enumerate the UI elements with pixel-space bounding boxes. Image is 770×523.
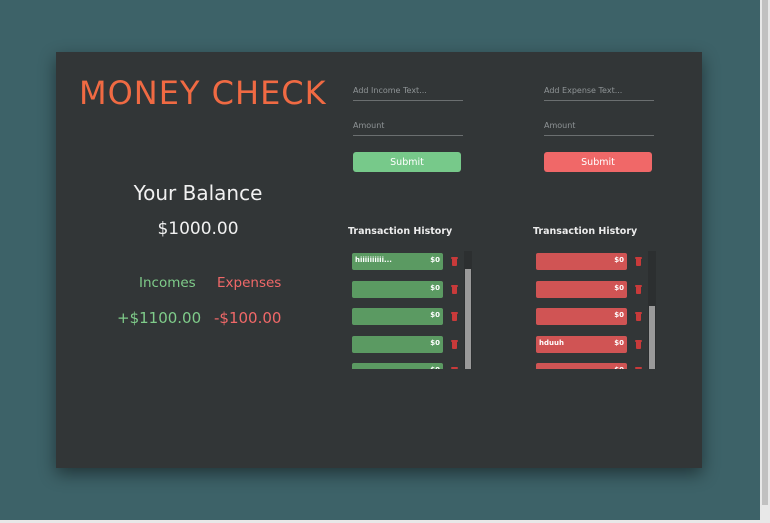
- delete-icon[interactable]: [635, 367, 642, 369]
- expense-pill: $0: [536, 308, 627, 325]
- income-amount: $0: [430, 339, 440, 347]
- income-amount: $0: [430, 256, 440, 264]
- delete-icon[interactable]: [451, 340, 458, 349]
- delete-icon[interactable]: [451, 257, 458, 266]
- incomes-label: Incomes: [139, 275, 196, 291]
- income-amount-input[interactable]: [353, 115, 463, 136]
- income-history-scrollbar[interactable]: [464, 251, 472, 369]
- expense-pill: hduuh $0: [536, 336, 627, 353]
- income-text: hiiiiiiiiii...: [355, 256, 392, 264]
- delete-icon[interactable]: [635, 340, 642, 349]
- income-row: $0: [352, 308, 464, 325]
- expense-history-scroll-thumb[interactable]: [649, 306, 655, 369]
- page-scrollbar-thumb[interactable]: [762, 0, 768, 505]
- income-row: $0: [352, 363, 464, 369]
- expense-text-input[interactable]: [544, 80, 654, 101]
- page-scrollbar[interactable]: [760, 0, 770, 523]
- delete-icon[interactable]: [451, 312, 458, 321]
- income-row: hiiiiiiiiii... $0: [352, 253, 464, 270]
- expense-text: hduuh: [539, 339, 564, 347]
- money-check-card: MONEY CHECK Your Balance $1000.00 Income…: [56, 52, 702, 468]
- expense-amount-input[interactable]: [544, 115, 654, 136]
- delete-icon[interactable]: [451, 285, 458, 294]
- income-history-list[interactable]: hiiiiiiiiii... $0 $0 $0 $0: [352, 251, 477, 369]
- expense-amount: $0: [614, 311, 624, 319]
- income-amount: $0: [430, 284, 440, 292]
- expense-row: $0: [536, 363, 648, 369]
- expense-pill: $0: [536, 363, 627, 369]
- income-pill: $0: [352, 363, 443, 369]
- app-title: MONEY CHECK: [79, 74, 327, 112]
- income-history-scroll-thumb[interactable]: [465, 269, 471, 369]
- expense-row: $0: [536, 308, 648, 325]
- expense-row: $0: [536, 281, 648, 298]
- income-amount: $0: [430, 366, 440, 369]
- income-row: $0: [352, 336, 464, 353]
- expense-history-list[interactable]: $0 $0 $0 hduuh $0: [536, 251, 661, 369]
- balance-value: $1000.00: [157, 219, 239, 239]
- income-row: $0: [352, 281, 464, 298]
- income-text-input[interactable]: [353, 80, 463, 101]
- income-submit-button[interactable]: Submit: [353, 152, 461, 172]
- expense-amount: $0: [614, 366, 624, 369]
- delete-icon[interactable]: [635, 312, 642, 321]
- delete-icon[interactable]: [635, 257, 642, 266]
- expenses-label: Expenses: [217, 275, 282, 291]
- expense-history-scrollbar[interactable]: [648, 251, 656, 369]
- income-history-title: Transaction History: [348, 226, 453, 237]
- income-pill: $0: [352, 308, 443, 325]
- expense-amount: $0: [614, 284, 624, 292]
- income-pill: $0: [352, 281, 443, 298]
- expense-submit-button[interactable]: Submit: [544, 152, 652, 172]
- expense-amount: $0: [614, 256, 624, 264]
- delete-icon[interactable]: [635, 285, 642, 294]
- expense-row: $0: [536, 253, 648, 270]
- expense-pill: $0: [536, 253, 627, 270]
- expense-amount: $0: [614, 339, 624, 347]
- expenses-value: -$100.00: [214, 309, 282, 327]
- expense-history-title: Transaction History: [533, 226, 638, 237]
- balance-label: Your Balance: [133, 181, 263, 205]
- income-pill: hiiiiiiiiii... $0: [352, 253, 443, 270]
- incomes-value: +$1100.00: [117, 309, 202, 327]
- income-amount: $0: [430, 311, 440, 319]
- delete-icon[interactable]: [451, 367, 458, 369]
- income-pill: $0: [352, 336, 443, 353]
- expense-row: hduuh $0: [536, 336, 648, 353]
- expense-pill: $0: [536, 281, 627, 298]
